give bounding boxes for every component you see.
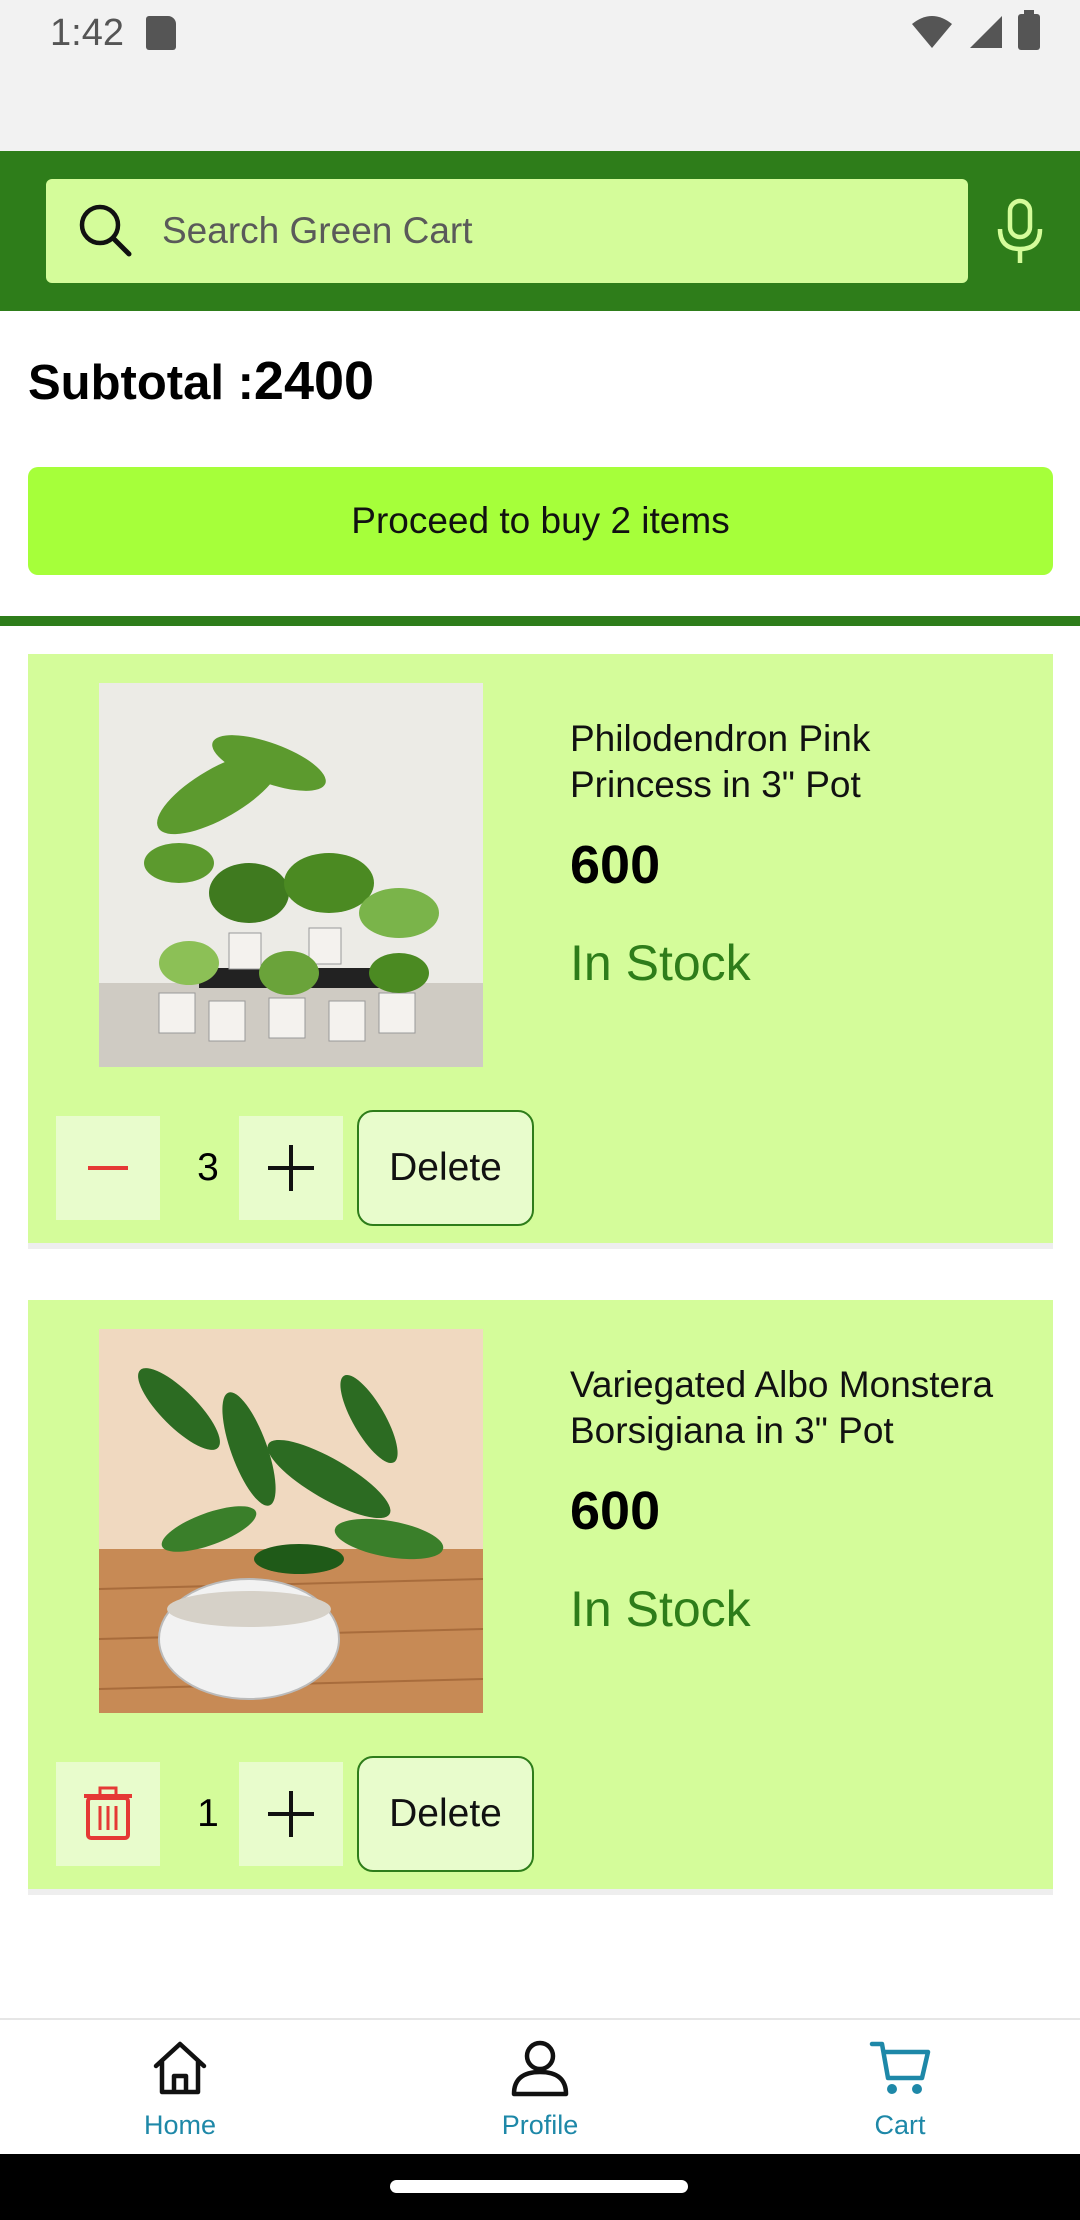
trash-icon: [84, 1786, 132, 1840]
subtotal-value: 2400: [253, 351, 375, 411]
wifi-icon: [912, 16, 952, 48]
decrement-button[interactable]: [56, 1116, 160, 1220]
proceed-to-buy-button[interactable]: Proceed to buy 2 items: [28, 467, 1053, 575]
home-gesture-handle[interactable]: [390, 2180, 688, 2193]
stock-status: In Stock: [570, 1581, 751, 1637]
nav-home-label: Home: [143, 2110, 217, 2140]
bottom-nav: Home Profile Cart: [0, 2018, 1080, 2154]
product-price: 600: [570, 1481, 661, 1541]
cart-item: Philodendron Pink Princess in 3" Pot 600…: [28, 654, 1053, 1249]
increment-button[interactable]: [239, 1116, 343, 1220]
increment-button[interactable]: [239, 1762, 343, 1866]
search-input[interactable]: [162, 179, 942, 283]
search-box[interactable]: [46, 179, 968, 283]
delete-button[interactable]: Delete: [357, 1110, 534, 1226]
delete-button[interactable]: Delete: [357, 1756, 534, 1872]
plus-icon: [268, 1791, 314, 1837]
app-bar: [0, 151, 1080, 311]
home-icon: [153, 2041, 207, 2095]
gesture-bar: [0, 2154, 1080, 2220]
divider: [0, 616, 1080, 626]
remove-item-button[interactable]: [56, 1762, 160, 1866]
minus-icon: [88, 1166, 128, 1170]
mic-icon[interactable]: [992, 197, 1048, 269]
product-image[interactable]: [99, 1329, 483, 1713]
signal-icon: [970, 16, 1002, 48]
nav-home[interactable]: Home: [0, 2020, 360, 2156]
cart-item: Variegated Albo Monstera Borsigiana in 3…: [28, 1300, 1053, 1895]
quantity-value: 3: [197, 1146, 219, 1189]
nav-profile-label: Profile: [501, 2110, 579, 2140]
sd-card-icon: [146, 16, 176, 50]
subtotal: Subtotal :2400: [28, 350, 374, 412]
product-name[interactable]: Variegated Albo Monstera Borsigiana in 3…: [570, 1362, 1010, 1454]
product-price: 600: [570, 835, 661, 895]
cart-icon: [869, 2041, 931, 2094]
nav-cart-label: Cart: [874, 2110, 926, 2140]
search-icon[interactable]: [76, 201, 136, 261]
status-time: 1:42: [50, 12, 124, 54]
subtotal-label: Subtotal :: [28, 356, 254, 410]
battery-icon: [1018, 10, 1040, 50]
stock-status: In Stock: [570, 935, 751, 991]
plus-icon: [268, 1145, 314, 1191]
nav-profile[interactable]: Profile: [360, 2020, 720, 2156]
product-name[interactable]: Philodendron Pink Princess in 3" Pot: [570, 716, 1010, 808]
quantity-value: 1: [197, 1792, 219, 1835]
product-image[interactable]: [99, 683, 483, 1067]
nav-cart[interactable]: Cart: [720, 2020, 1080, 2156]
status-icons: [910, 10, 1040, 50]
profile-icon: [511, 2040, 569, 2097]
status-bar: 1:42: [0, 0, 1080, 151]
